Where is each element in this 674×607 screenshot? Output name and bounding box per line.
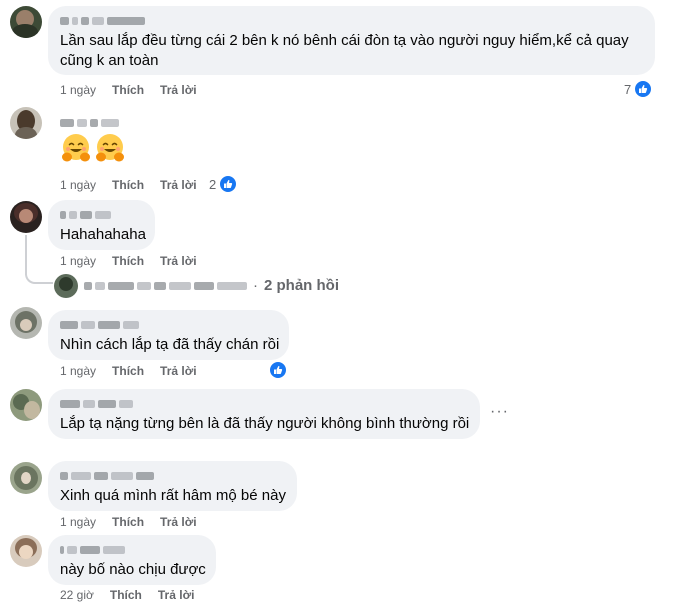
thumbs-up-icon (219, 175, 238, 193)
avatar[interactable] (10, 201, 42, 233)
thumbs-up-icon (269, 361, 287, 379)
author-name[interactable] (60, 208, 143, 222)
replier-name (84, 279, 247, 293)
avatar[interactable] (10, 307, 42, 339)
comment-bubble: Xinh quá mình rất hâm mộ bé này (48, 461, 297, 511)
like-button[interactable]: Thích (112, 515, 144, 529)
comment-bubble: Hahahahaha (48, 200, 155, 250)
comment-actions: 1 ngày Thích Trả lời (60, 253, 197, 269)
comment-text: Xinh quá mình rất hâm mộ bé này (60, 487, 286, 504)
like-button[interactable]: Thích (112, 83, 144, 97)
reaction-count[interactable]: 2 (209, 175, 238, 193)
timestamp[interactable]: 1 ngày (60, 515, 96, 529)
reply-button[interactable]: Trả lời (160, 254, 197, 268)
reply-button[interactable]: Trả lời (160, 515, 197, 529)
reply-button[interactable]: Trả lời (160, 364, 197, 378)
comment-actions: 1 ngày Thích Trả lời (60, 177, 197, 193)
author-name[interactable] (60, 14, 643, 28)
author-name[interactable] (60, 543, 204, 557)
hugging-face-icon (94, 132, 126, 164)
reply-button[interactable]: Trả lời (160, 83, 197, 97)
emoji-comment (60, 132, 126, 164)
timestamp[interactable]: 1 ngày (60, 254, 96, 268)
reply-avatar[interactable] (54, 274, 78, 298)
thread-connector (25, 262, 53, 284)
comment-text: Lần sau lắp đều từng cái 2 bên k nó bênh… (60, 32, 629, 69)
comment-text: Lắp tạ nặng từng bên là đã thấy người kh… (60, 415, 470, 432)
comment-actions: 1 ngày Thích Trả lời (60, 82, 197, 98)
timestamp[interactable]: 1 ngày (60, 364, 96, 378)
reaction-number: 7 (624, 81, 632, 97)
reaction-count[interactable]: 7 (624, 80, 653, 98)
author-name[interactable] (60, 116, 119, 130)
comment-actions: 22 giờ Thích Trả lời (60, 587, 194, 603)
reply-button[interactable]: Trả lời (160, 178, 197, 192)
reaction-count[interactable] (269, 361, 287, 379)
comment-bubble: Nhìn cách lắp tạ đã thấy chán rồi (48, 310, 289, 360)
comment-actions: 1 ngày Thích Trả lời (60, 514, 197, 530)
comment-text: Nhìn cách lắp tạ đã thấy chán rồi (60, 336, 280, 353)
avatar[interactable] (10, 6, 42, 38)
timestamp[interactable]: 1 ngày (60, 83, 96, 97)
comment-actions: 1 ngày Thích Trả lời (60, 363, 197, 379)
comment-bubble: này bố nào chịu được (48, 535, 216, 585)
avatar[interactable] (10, 535, 42, 567)
comment-text: Hahahahaha (60, 226, 146, 243)
author-name[interactable] (60, 469, 285, 483)
more-options-button[interactable]: ··· (490, 404, 509, 420)
avatar[interactable] (10, 389, 42, 421)
thumbs-up-icon (634, 80, 653, 98)
avatar[interactable] (10, 462, 42, 494)
author-name[interactable] (60, 318, 277, 332)
timestamp[interactable]: 22 giờ (60, 588, 94, 602)
comment-bubble: Lắp tạ nặng từng bên là đã thấy người kh… (48, 389, 480, 439)
reply-button[interactable]: Trả lời (158, 588, 195, 602)
like-button[interactable]: Thích (110, 588, 142, 602)
like-button[interactable]: Thích (112, 178, 144, 192)
like-button[interactable]: Thích (112, 254, 144, 268)
reply-count: 2 phản hồi (264, 277, 339, 294)
timestamp[interactable]: 1 ngày (60, 178, 96, 192)
like-button[interactable]: Thích (112, 364, 144, 378)
comment-text: này bố nào chịu được (60, 561, 206, 578)
reaction-number: 2 (209, 176, 217, 192)
hugging-face-icon (60, 132, 92, 164)
avatar[interactable] (10, 107, 42, 139)
comment-bubble: Lần sau lắp đều từng cái 2 bên k nó bênh… (48, 6, 655, 75)
separator-dot: · (253, 277, 258, 294)
author-name[interactable] (60, 397, 468, 411)
view-replies-link[interactable]: · 2 phản hồi (84, 277, 339, 294)
